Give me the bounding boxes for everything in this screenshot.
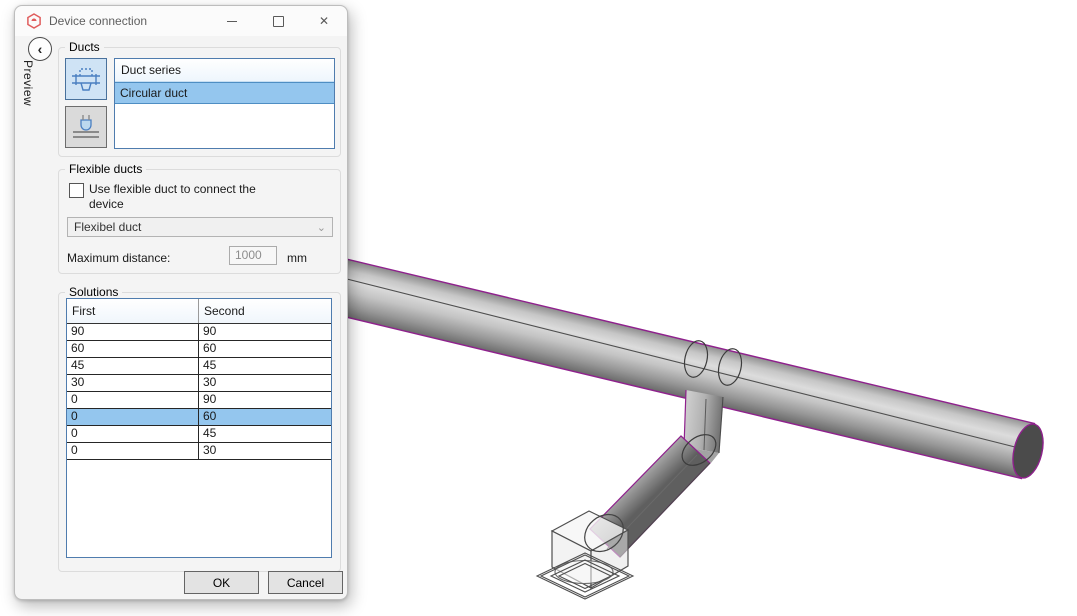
table-row[interactable]: 90 90 (67, 324, 331, 341)
device-boot-icon (71, 112, 101, 142)
dialog-title: Device connection (49, 14, 209, 28)
minimize-icon (227, 21, 237, 22)
duct-list-header: Duct series (115, 59, 334, 82)
table-row[interactable]: 30 30 (67, 375, 331, 392)
maximize-button[interactable] (255, 6, 301, 36)
device-connection-dialog: Device connection ✕ ‹ Preview Ducts (14, 5, 348, 600)
column-header-second[interactable]: Second (199, 299, 331, 323)
preview-label: Preview (21, 60, 35, 106)
back-icon: ‹ (38, 42, 43, 56)
close-icon: ✕ (319, 14, 329, 28)
table-row[interactable]: 0 90 (67, 392, 331, 409)
minimize-button[interactable] (209, 6, 255, 36)
app-icon (26, 13, 42, 29)
max-distance-unit: mm (287, 251, 307, 265)
back-button[interactable]: ‹ (28, 37, 52, 61)
cancel-button[interactable]: Cancel (268, 571, 343, 594)
solutions-group-label: Solutions (65, 285, 122, 299)
chevron-down-icon: ⌄ (317, 221, 332, 234)
table-row[interactable]: 45 45 (67, 358, 331, 375)
duct-series-list[interactable]: Duct series Circular duct (114, 58, 335, 149)
tee-duct-icon (71, 64, 101, 94)
ok-button[interactable]: OK (184, 571, 259, 594)
duct-series-button[interactable] (65, 58, 107, 100)
ducts-group-label: Ducts (65, 40, 104, 54)
table-row[interactable]: 0 30 (67, 443, 331, 460)
solutions-table[interactable]: First Second 90 90 60 60 45 45 30 30 0 9… (66, 298, 332, 558)
flexible-duct-dropdown[interactable]: Flexibel duct ⌄ (67, 217, 333, 237)
use-flexible-duct-checkbox[interactable] (69, 183, 84, 198)
dialog-titlebar[interactable]: Device connection ✕ (15, 6, 347, 36)
flexible-duct-dropdown-value: Flexibel duct (68, 220, 317, 234)
solutions-table-header: First Second (67, 299, 331, 324)
table-row-selected[interactable]: 0 60 (67, 409, 331, 426)
use-flexible-duct-label: Use flexible duct to connect the device (89, 182, 256, 212)
device-boot-button[interactable] (65, 106, 107, 148)
max-distance-input[interactable]: 1000 (229, 246, 277, 265)
duct-list-item-circular[interactable]: Circular duct (115, 82, 334, 104)
close-button[interactable]: ✕ (301, 6, 347, 36)
maximize-icon (273, 16, 284, 27)
table-row[interactable]: 60 60 (67, 341, 331, 358)
column-header-first[interactable]: First (67, 299, 199, 323)
max-distance-label: Maximum distance: (67, 251, 170, 265)
table-row[interactable]: 0 45 (67, 426, 331, 443)
flexible-group-label: Flexible ducts (65, 162, 146, 176)
